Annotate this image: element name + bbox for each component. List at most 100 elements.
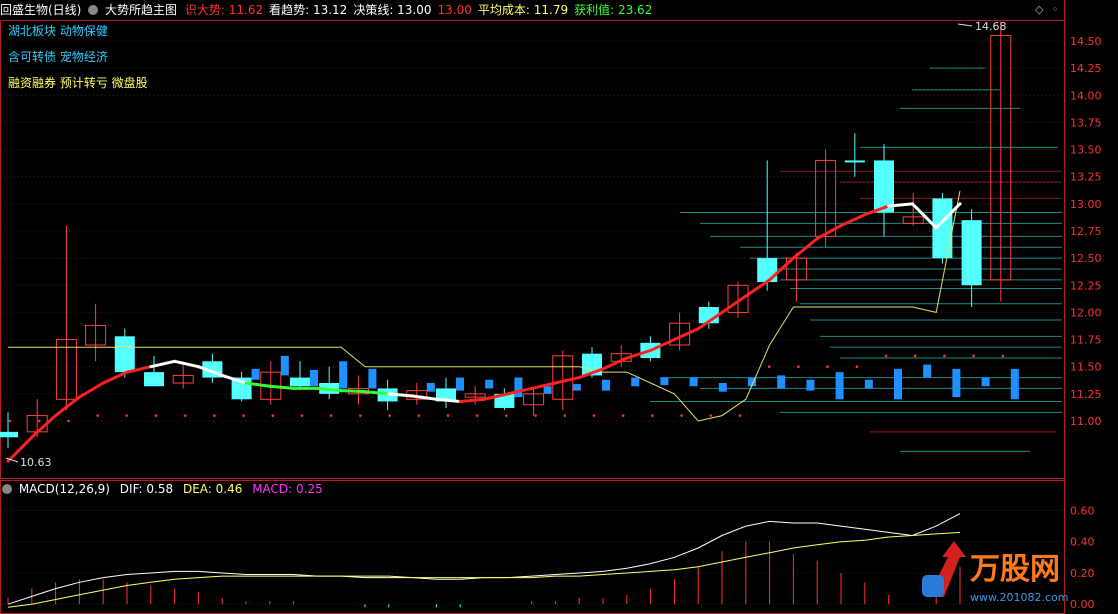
blue-marker [426,383,435,392]
signal-dot [37,419,41,423]
macd-axis-label: 0.60 [1070,504,1095,517]
blue-marker [1010,368,1019,400]
blue-marker [660,377,669,386]
blue-marker [251,368,260,380]
trend-line-segment [530,381,557,390]
signal-dot [8,419,12,423]
signal-dot [709,414,713,417]
trend-line-segment [30,414,58,439]
macd-value: 0.25 [296,482,323,496]
signal-dot [943,354,946,358]
signal-dot [767,365,771,369]
dea-label: DEA: [182,482,216,496]
blue-marker [280,355,289,376]
signal-dot [651,414,654,417]
blue-marker [923,364,932,378]
blue-marker [894,368,902,400]
signal-dot [855,365,859,369]
blue-marker [952,368,961,398]
high-price-label: 14.68 [975,20,1007,33]
watermark-logo: 万股网 www.201082.com [908,537,1108,610]
blue-marker [339,361,348,389]
trend-line-segment [720,294,748,314]
high-price-pointer [957,23,973,27]
candle-body [961,220,982,286]
dif-value: 0.58 [146,482,174,496]
signal-dot [592,414,596,417]
blue-marker [456,377,464,391]
price-chart[interactable]: 14.50 14.25 14.00 13.75 13.50 13.25 13.00 12.75… [0,0,1118,614]
watermark-brand: 万股网 [970,552,1060,587]
candle-body [144,372,164,387]
signal-dot [972,354,975,358]
blue-marker [864,379,873,389]
macd-chevron-icon[interactable] [2,484,12,494]
macd-label: MACD: [252,482,297,496]
dea-value: 0.46 [215,482,243,496]
trend-line-segment [791,237,819,260]
trend-line-segment [672,327,700,342]
signal-dot [67,419,70,423]
signal-dot [154,414,158,417]
macd-title[interactable]: MACD(12,26,9) [19,482,110,496]
trend-line-segment [553,376,581,385]
trend-line-segment [101,370,129,385]
signal-dot [300,414,304,417]
price-axis-label: 12.25 [1070,279,1102,292]
candle-body [757,258,778,283]
signal-dot [213,414,216,417]
price-axis-label: 12.50 [1070,252,1102,265]
blue-marker [572,384,581,391]
price-panel-frame [0,20,1065,479]
price-axis-label: 11.75 [1070,334,1102,347]
blue-marker [777,375,786,389]
dif-label: DIF: [119,482,147,496]
signal-dot [913,354,917,358]
price-axis-label: 14.50 [1070,35,1102,48]
blue-marker [718,383,727,392]
signal-dot [826,365,829,369]
low-price-label: 10.63 [20,456,52,469]
blue-marker [310,369,318,387]
signal-dot [417,414,421,417]
signal-dot [183,414,187,417]
signal-dot [96,414,99,417]
macd-panel-frame [0,480,1065,614]
trend-line-segment [54,395,81,418]
macd-header: MACD(12,26,9) DIF: 0.58 DEA: 0.46 MACD: … [0,480,323,498]
signal-dot [242,414,245,417]
signal-dot [797,365,800,369]
blue-marker [689,377,698,387]
stock-chart-window: 回盛生物(日线) 大势所趋主图 识大势: 11.62 看趋势: 13.12 决策线:… [0,0,1118,614]
signal-dot [563,414,567,417]
logo-figure-icon [922,575,944,597]
price-axis-label: 12.00 [1070,306,1102,319]
price-axis-label: 11.00 [1070,415,1102,428]
blue-marker [485,379,494,389]
signal-dot [738,414,742,417]
trend-line-segment [458,397,486,403]
trend-line-segment [173,359,200,369]
signal-dot [271,414,275,417]
price-axis-label: 11.50 [1070,361,1102,374]
signal-dot [388,414,391,417]
signal-dot [680,414,683,417]
blue-marker [981,377,990,387]
signal-dot [475,414,479,417]
blue-marker [543,386,552,394]
signal-dot [359,414,362,417]
trend-line-segment [839,213,867,228]
blue-marker [806,379,815,391]
candle-body [114,336,135,373]
signal-dot [621,414,625,417]
price-axis-label: 13.75 [1070,116,1102,129]
price-axis-label: 13.50 [1070,144,1102,157]
trend-line-segment [77,381,105,399]
watermark-url: www.201082.com [970,591,1068,604]
price-axis-label: 12.75 [1070,225,1102,238]
avg-cost-line [8,190,961,422]
price-axis-label: 14.25 [1070,62,1102,75]
signal-dot [534,414,537,417]
blue-marker [368,368,377,389]
price-axis-label: 13.25 [1070,171,1102,184]
